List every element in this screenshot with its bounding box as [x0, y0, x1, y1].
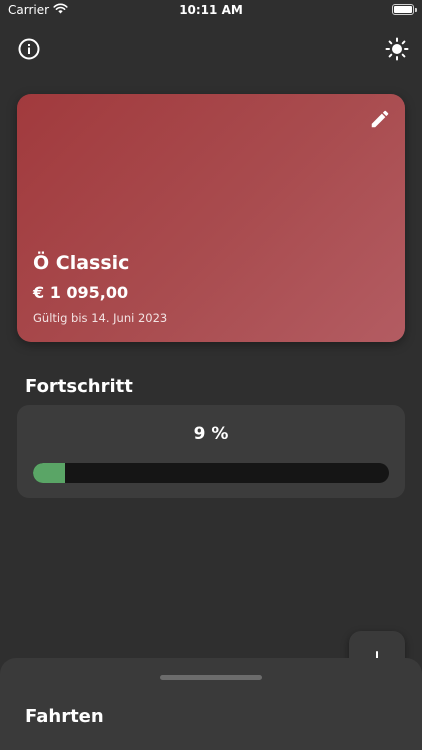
pencil-icon [371, 110, 389, 128]
battery-level [394, 6, 412, 13]
theme-toggle-button[interactable] [383, 35, 411, 63]
info-icon [18, 38, 40, 60]
ticket-validity: Gültig bis 14. Juni 2023 [33, 311, 168, 325]
rides-title: Fahrten [25, 706, 104, 727]
ticket-card[interactable]: Ö Classic € 1 095,00 Gültig bis 14. Juni… [17, 94, 405, 342]
progress-bar-track [33, 463, 389, 483]
status-bar: Carrier 10:11 AM [0, 0, 422, 22]
progress-bar-fill [33, 463, 66, 483]
battery-icon [392, 4, 417, 15]
battery-cap [415, 8, 417, 12]
ticket-price: € 1 095,00 [33, 283, 129, 302]
progress-card: 9 % [17, 405, 405, 498]
progress-percentage: 9 % [193, 424, 229, 444]
edit-ticket-button[interactable] [367, 106, 393, 132]
sun-icon [385, 37, 409, 61]
app-screen: Carrier 10:11 AM Ö Classic € 1 095,00 Gü… [0, 0, 422, 750]
progress-section-title: Fortschritt [25, 376, 133, 397]
status-time: 10:11 AM [179, 3, 243, 17]
ticket-name: Ö Classic [33, 252, 130, 274]
info-button[interactable] [15, 35, 43, 63]
rides-bottom-sheet[interactable]: Fahrten [0, 658, 422, 750]
sheet-drag-handle[interactable] [160, 675, 262, 680]
